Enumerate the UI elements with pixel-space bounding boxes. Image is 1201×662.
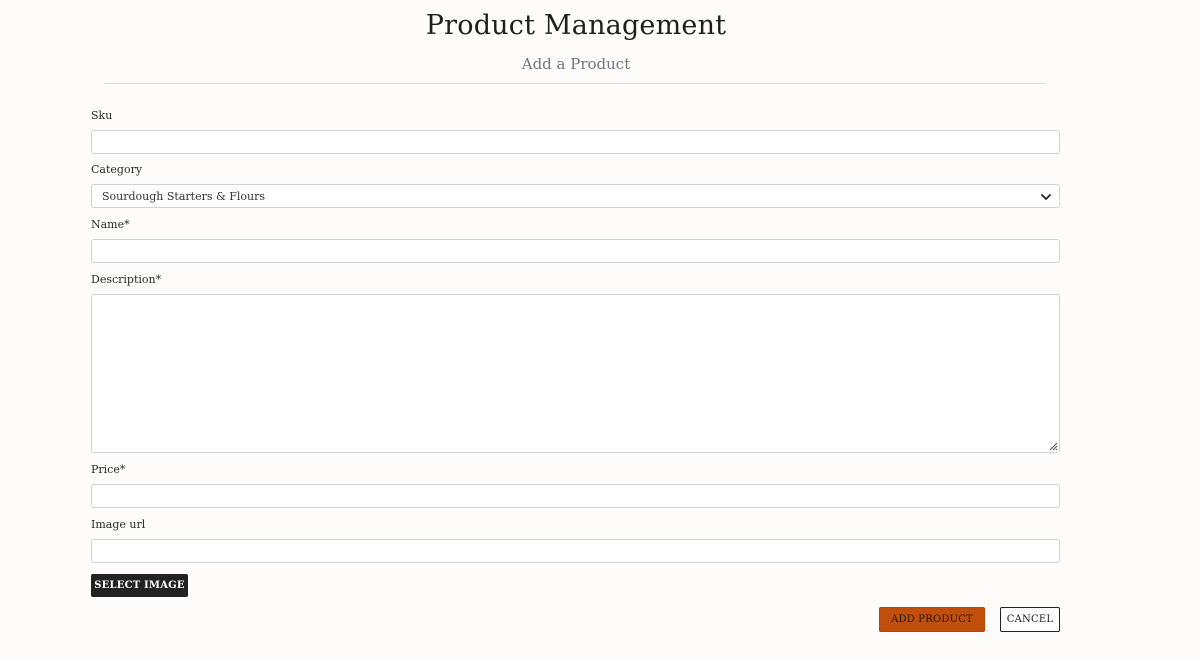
header-divider bbox=[105, 83, 1046, 84]
sku-label: Sku bbox=[91, 109, 113, 122]
name-label: Name* bbox=[91, 218, 130, 231]
description-textarea[interactable] bbox=[91, 294, 1060, 453]
description-label: Description* bbox=[91, 273, 162, 286]
sku-input[interactable] bbox=[91, 130, 1060, 154]
category-select[interactable]: Sourdough Starters & Flours bbox=[91, 184, 1060, 208]
cancel-button[interactable]: CANCEL bbox=[1000, 607, 1060, 632]
resize-grip-icon[interactable] bbox=[1048, 441, 1058, 451]
description-wrapper bbox=[91, 294, 1060, 453]
image-url-input[interactable] bbox=[91, 539, 1060, 563]
page-subtitle: Add a Product bbox=[521, 55, 631, 73]
category-label: Category bbox=[91, 163, 143, 176]
page-title: Product Management bbox=[425, 10, 727, 41]
add-product-button[interactable]: ADD PRODUCT bbox=[879, 607, 985, 632]
price-label: Price* bbox=[91, 463, 126, 476]
category-selected-value: Sourdough Starters & Flours bbox=[102, 189, 266, 203]
image-url-label: Image url bbox=[91, 518, 146, 531]
select-image-button[interactable]: SELECT IMAGE bbox=[91, 574, 188, 597]
chevron-down-icon bbox=[1041, 194, 1051, 200]
name-input[interactable] bbox=[91, 239, 1060, 263]
price-input[interactable] bbox=[91, 484, 1060, 508]
